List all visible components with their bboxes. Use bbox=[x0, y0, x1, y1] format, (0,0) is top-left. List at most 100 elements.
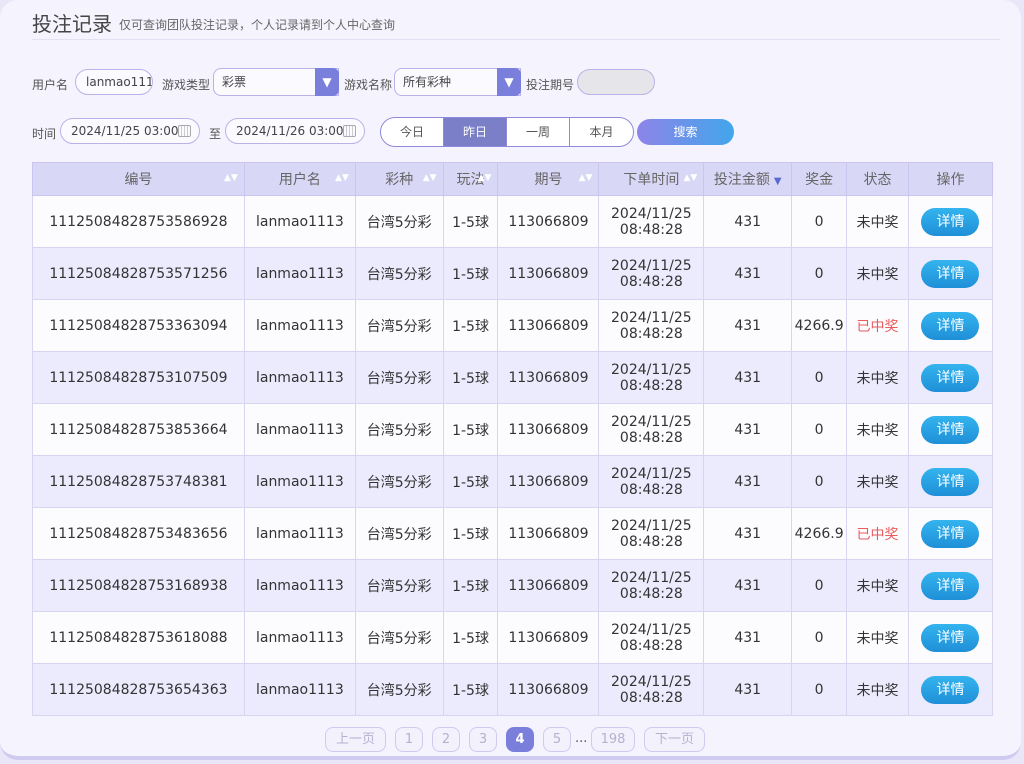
time-label: 时间 bbox=[32, 127, 57, 141]
cell-action: 详情 bbox=[907, 559, 994, 612]
cell-prize: 0 bbox=[791, 247, 848, 300]
cell-action: 详情 bbox=[907, 351, 994, 404]
cell-time: 2024/11/25 08:48:28 bbox=[598, 195, 705, 248]
detail-button[interactable]: 详情 bbox=[921, 311, 980, 340]
chevron-down-icon[interactable]: ▼ bbox=[497, 68, 521, 96]
page-title: 投注记录 bbox=[32, 12, 112, 36]
range-week[interactable]: 一周 bbox=[507, 118, 570, 146]
range-month[interactable]: 本月 bbox=[570, 118, 633, 146]
detail-button[interactable]: 详情 bbox=[921, 519, 980, 548]
cell-lottery: 台湾5分彩 bbox=[354, 611, 444, 664]
cell-user: lanmao1113 bbox=[243, 299, 356, 352]
cell-id: 11125084828753618088 bbox=[32, 611, 245, 664]
cell-clock: 08:48:28 bbox=[619, 429, 683, 446]
cell-date: 2024/11/25 bbox=[611, 465, 692, 482]
cell-user: lanmao1113 bbox=[243, 559, 356, 612]
detail-button[interactable]: 详情 bbox=[921, 467, 980, 496]
issue-input[interactable] bbox=[577, 69, 655, 95]
cell-action: 详情 bbox=[907, 247, 994, 300]
end-time-input[interactable]: 2024/11/26 03:00 bbox=[225, 118, 365, 144]
page-last[interactable]: 198 bbox=[591, 727, 635, 752]
detail-button[interactable]: 详情 bbox=[921, 363, 980, 392]
detail-button[interactable]: 详情 bbox=[921, 207, 980, 236]
sort-icon: ▲▼ bbox=[422, 173, 437, 183]
issue-label: 投注期号 bbox=[526, 78, 575, 92]
sort-icon: ▲▼ bbox=[334, 173, 349, 183]
range-yesterday[interactable]: 昨日 bbox=[444, 118, 507, 146]
table-row: 11125084828753748381 lanmao1113 台湾5分彩 1-5球 1… bbox=[32, 455, 994, 508]
col-amount[interactable]: 投注金额 ▼ bbox=[703, 162, 793, 196]
col-time[interactable]: 下单时间 ▲▼ bbox=[598, 162, 705, 196]
col-play[interactable]: 玩法 ▲▼ bbox=[442, 162, 499, 196]
search-button[interactable]: 搜索 bbox=[637, 119, 734, 145]
quick-range-tabs: 今日 昨日 一周 本月 bbox=[380, 117, 634, 147]
cell-status: 已中奖 bbox=[846, 507, 909, 560]
username-input[interactable]: lanmao1113 bbox=[75, 69, 153, 95]
cell-prize: 0 bbox=[791, 663, 848, 716]
cell-amount: 431 bbox=[703, 611, 793, 664]
detail-button[interactable]: 详情 bbox=[921, 623, 980, 652]
cell-id: 11125084828753571256 bbox=[32, 247, 245, 300]
page-4-current[interactable]: 4 bbox=[506, 727, 534, 752]
cell-date: 2024/11/25 bbox=[611, 673, 692, 690]
page-3[interactable]: 3 bbox=[469, 727, 497, 752]
page-2[interactable]: 2 bbox=[432, 727, 460, 752]
col-issue[interactable]: 期号 ▲▼ bbox=[497, 162, 600, 196]
cell-amount: 431 bbox=[703, 559, 793, 612]
col-lottery[interactable]: 彩种 ▲▼ bbox=[354, 162, 444, 196]
detail-button[interactable]: 详情 bbox=[921, 571, 980, 600]
cell-prize: 4266.9 bbox=[791, 299, 848, 352]
cell-issue: 113066809 bbox=[497, 299, 600, 352]
cell-lottery: 台湾5分彩 bbox=[354, 247, 444, 300]
next-page-button[interactable]: 下一页 bbox=[644, 727, 705, 752]
table-row: 11125084828753363094 lanmao1113 台湾5分彩 1-5球 1… bbox=[32, 299, 994, 352]
sort-icon: ▲▼ bbox=[224, 173, 238, 183]
cell-status: 未中奖 bbox=[846, 559, 909, 612]
calendar-icon[interactable] bbox=[343, 125, 356, 137]
page-5[interactable]: 5 bbox=[543, 727, 571, 752]
table-row: 11125084828753168938 lanmao1113 台湾5分彩 1-5球 1… bbox=[32, 559, 994, 612]
cell-amount: 431 bbox=[703, 299, 793, 352]
calendar-icon[interactable] bbox=[178, 125, 191, 137]
game-name-select[interactable]: 所有彩种 ▼ bbox=[394, 68, 521, 96]
cell-prize: 4266.9 bbox=[791, 507, 848, 560]
start-time-input[interactable]: 2024/11/25 03:00 bbox=[60, 118, 200, 144]
start-time-value: 2024/11/25 03:00 bbox=[71, 124, 179, 138]
detail-button[interactable]: 详情 bbox=[921, 675, 980, 704]
cell-time: 2024/11/25 08:48:28 bbox=[598, 299, 705, 352]
cell-id: 11125084828753363094 bbox=[32, 299, 245, 352]
range-today[interactable]: 今日 bbox=[381, 118, 444, 146]
detail-button[interactable]: 详情 bbox=[921, 415, 980, 444]
cell-user: lanmao1113 bbox=[243, 455, 356, 508]
detail-button[interactable]: 详情 bbox=[921, 259, 980, 288]
cell-time: 2024/11/25 08:48:28 bbox=[598, 611, 705, 664]
chevron-down-icon[interactable]: ▼ bbox=[315, 68, 339, 96]
cell-amount: 431 bbox=[703, 247, 793, 300]
cell-amount: 431 bbox=[703, 351, 793, 404]
username-label: 用户名 bbox=[32, 78, 69, 92]
cell-play: 1-5球 bbox=[442, 507, 499, 560]
cell-play: 1-5球 bbox=[442, 351, 499, 404]
cell-prize: 0 bbox=[791, 559, 848, 612]
page-1[interactable]: 1 bbox=[395, 727, 423, 752]
cell-action: 详情 bbox=[907, 403, 994, 456]
page-subtitle: 仅可查询团队投注记录，个人记录请到个人中心查询 bbox=[119, 18, 396, 32]
col-user[interactable]: 用户名 ▲▼ bbox=[243, 162, 356, 196]
bet-records-table: 编号 ▲▼ 用户名 ▲▼ 彩种 ▲▼ 玩法 ▲▼ 期号 ▲▼ 下单时间 ▲▼ 投注金额 ▼ 奖… bbox=[32, 162, 994, 716]
cell-user: lanmao1113 bbox=[243, 663, 356, 716]
cell-user: lanmao1113 bbox=[243, 247, 356, 300]
cell-amount: 431 bbox=[703, 663, 793, 716]
prev-page-button[interactable]: 上一页 bbox=[325, 727, 386, 752]
cell-status: 未中奖 bbox=[846, 455, 909, 508]
col-id[interactable]: 编号 ▲▼ bbox=[32, 162, 245, 196]
cell-clock: 08:48:28 bbox=[619, 377, 683, 394]
cell-clock: 08:48:28 bbox=[619, 273, 683, 290]
cell-date: 2024/11/25 bbox=[611, 413, 692, 430]
cell-play: 1-5球 bbox=[442, 247, 499, 300]
game-name-value: 所有彩种 bbox=[403, 75, 452, 89]
table-row: 11125084828753618088 lanmao1113 台湾5分彩 1-5球 1… bbox=[32, 611, 994, 664]
cell-action: 详情 bbox=[907, 455, 994, 508]
cell-lottery: 台湾5分彩 bbox=[354, 507, 444, 560]
game-type-select[interactable]: 彩票 ▼ bbox=[213, 68, 339, 96]
table-row: 11125084828753571256 lanmao1113 台湾5分彩 1-5球 1… bbox=[32, 247, 994, 300]
